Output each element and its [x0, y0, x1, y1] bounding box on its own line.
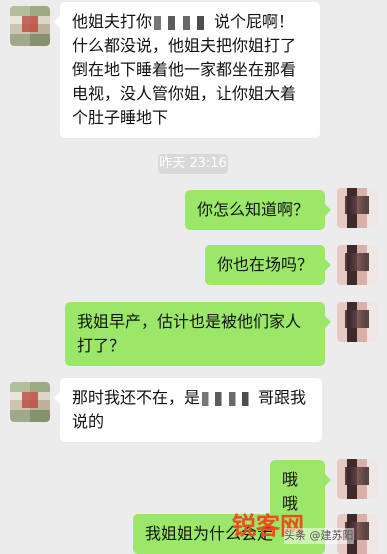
user-avatar[interactable] [337, 245, 377, 285]
message-bubble-outgoing[interactable]: 你怎么知道啊？ [185, 190, 331, 230]
user-avatar[interactable] [337, 188, 377, 228]
message-bubble-incoming[interactable]: 那时我还不在，是 哥跟我说的 [54, 378, 322, 442]
message-text: 哦哦 [282, 470, 299, 513]
user-avatar[interactable] [337, 459, 377, 499]
message-text: 那时我还不在，是 [72, 388, 201, 407]
contact-avatar[interactable] [10, 382, 50, 422]
watermark: 锐客网 头条 @建苏阳 [232, 510, 387, 549]
message-text: 哥跟 [258, 388, 291, 407]
message-text: 说个屁啊！ [214, 12, 295, 31]
message-bubble-outgoing[interactable]: 我姐早产，估计也是被他们家人打了？ [65, 302, 331, 366]
message-text: 他姐夫打你 [72, 12, 153, 31]
contact-avatar[interactable] [10, 6, 50, 46]
message-text: 我姐早产，估计也是被他们家人打了？ [77, 312, 302, 355]
message-bubble-incoming[interactable]: 他姐夫打你 说个屁啊！ 什么都没说，他姐夫把你姐打了倒在地下睡着他一家都坐在那看电视… [54, 2, 320, 138]
message-text: 你怎么知道啊？ [197, 200, 310, 219]
chat-timestamp: 昨天 23:16 [158, 154, 228, 174]
message-bubble-outgoing[interactable]: 你也在场吗？ [205, 245, 331, 285]
user-avatar[interactable] [337, 302, 377, 342]
redacted-mosaic [202, 391, 257, 406]
message-text: 什么都没说，他姐夫把你姐打了倒在地下睡着他一家都坐在那看电视，没人管你姐，让你姐… [72, 36, 297, 127]
watermark-source-label: 头条 @建苏阳 [284, 528, 354, 544]
message-text: 你也在场吗？ [217, 255, 314, 274]
redacted-mosaic [154, 15, 213, 30]
